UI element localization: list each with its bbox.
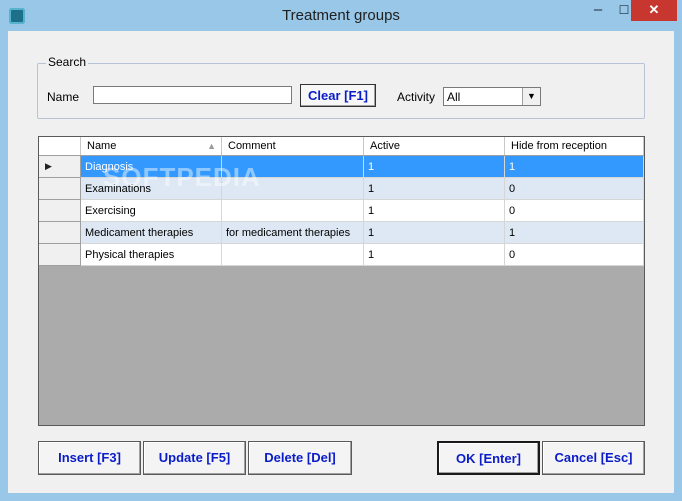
- activity-select[interactable]: All ▼: [443, 87, 541, 106]
- row-header[interactable]: [39, 222, 81, 244]
- row-header[interactable]: [39, 244, 81, 266]
- cell-hide-from-reception[interactable]: 0: [505, 200, 644, 222]
- cell-name[interactable]: Examinations: [81, 178, 222, 200]
- cell-name[interactable]: Exercising: [81, 200, 222, 222]
- name-label: Name: [47, 90, 80, 104]
- cell-active[interactable]: 1: [364, 244, 505, 266]
- row-header[interactable]: [39, 200, 81, 222]
- table-row[interactable]: Examinations 1 0: [39, 178, 644, 200]
- search-groupbox: Search Name Clear [F1] Activity All ▼: [37, 55, 645, 119]
- sort-ascending-icon: ▲: [207, 141, 216, 151]
- cell-name[interactable]: Diagnosis: [81, 156, 222, 178]
- row-header[interactable]: [39, 178, 81, 200]
- cell-name[interactable]: Medicament therapies: [81, 222, 222, 244]
- column-header-hide-from-reception[interactable]: Hide from reception: [505, 137, 644, 155]
- activity-label: Activity: [397, 90, 436, 104]
- delete-button[interactable]: Delete [Del]: [248, 441, 352, 475]
- title-bar[interactable]: Treatment groups – ☐ ✕: [0, 0, 682, 31]
- cell-active[interactable]: 1: [364, 222, 505, 244]
- table-row[interactable]: Physical therapies 1 0: [39, 244, 644, 266]
- cell-comment[interactable]: [222, 200, 364, 222]
- activity-selected-value: All: [447, 90, 461, 104]
- column-header-name-label: Name: [87, 140, 117, 152]
- grid-header: Name ▲ Comment Active Hide from receptio…: [39, 137, 644, 156]
- cell-hide-from-reception[interactable]: 1: [505, 156, 644, 178]
- table-row[interactable]: ▶ Diagnosis 1 1: [39, 156, 644, 178]
- dialog-body: Search Name Clear [F1] Activity All ▼ Na…: [8, 31, 674, 493]
- cell-name[interactable]: Physical therapies: [81, 244, 222, 266]
- chevron-down-icon[interactable]: ▼: [522, 88, 540, 105]
- close-button[interactable]: ✕: [631, 0, 677, 21]
- treatment-groups-grid[interactable]: Name ▲ Comment Active Hide from receptio…: [38, 136, 645, 426]
- cell-comment[interactable]: for medicament therapies: [222, 222, 364, 244]
- column-header-name[interactable]: Name ▲: [81, 137, 222, 155]
- clear-button[interactable]: Clear [F1]: [300, 84, 376, 107]
- table-row[interactable]: Medicament therapies for medicament ther…: [39, 222, 644, 244]
- row-header[interactable]: ▶: [39, 156, 81, 178]
- cell-active[interactable]: 1: [364, 200, 505, 222]
- cell-hide-from-reception[interactable]: 0: [505, 178, 644, 200]
- ok-button[interactable]: OK [Enter]: [437, 441, 540, 475]
- current-row-arrow-icon: ▶: [45, 161, 52, 171]
- cell-comment[interactable]: [222, 156, 364, 178]
- cell-active[interactable]: 1: [364, 178, 505, 200]
- minimize-button[interactable]: –: [585, 0, 611, 21]
- column-header-comment[interactable]: Comment: [222, 137, 364, 155]
- update-button[interactable]: Update [F5]: [143, 441, 246, 475]
- table-row[interactable]: Exercising 1 0: [39, 200, 644, 222]
- cancel-button[interactable]: Cancel [Esc]: [542, 441, 645, 475]
- insert-button[interactable]: Insert [F3]: [38, 441, 141, 475]
- cell-comment[interactable]: [222, 178, 364, 200]
- cell-comment[interactable]: [222, 244, 364, 266]
- window-title: Treatment groups: [282, 7, 400, 24]
- name-search-input[interactable]: [93, 86, 292, 104]
- cell-active[interactable]: 1: [364, 156, 505, 178]
- search-legend: Search: [46, 55, 89, 69]
- cell-hide-from-reception[interactable]: 0: [505, 244, 644, 266]
- cell-hide-from-reception[interactable]: 1: [505, 222, 644, 244]
- row-header-corner: [39, 137, 81, 155]
- treatment-groups-window: Treatment groups – ☐ ✕ Search Name Clear…: [0, 0, 682, 501]
- column-header-active[interactable]: Active: [364, 137, 505, 155]
